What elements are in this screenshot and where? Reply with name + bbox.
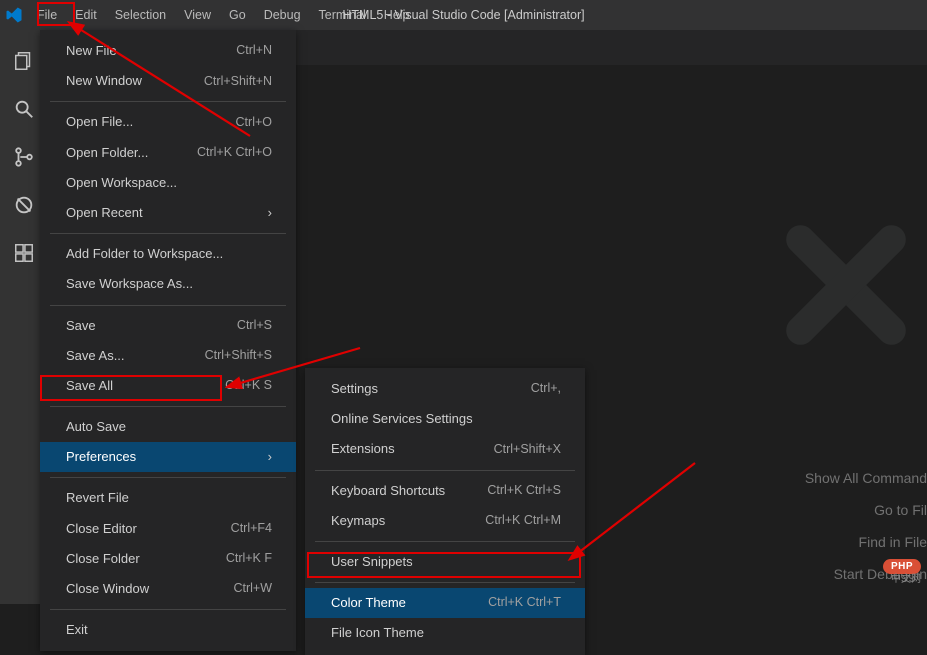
menu-separator xyxy=(50,305,286,306)
menu-separator xyxy=(50,233,286,234)
watermark: PHP 中文网 xyxy=(883,556,921,574)
mi-save-workspace[interactable]: Save Workspace As... xyxy=(40,269,296,299)
mi-open-folder[interactable]: Open Folder...Ctrl+K Ctrl+O xyxy=(40,138,296,168)
mi-file-icon-theme[interactable]: File Icon Theme xyxy=(305,618,585,648)
menu-help[interactable]: Help xyxy=(375,0,419,30)
mi-user-snippets[interactable]: User Snippets xyxy=(305,547,585,577)
mi-preferences[interactable]: Preferences› xyxy=(40,442,296,472)
close-x-icon xyxy=(781,220,911,355)
mi-save[interactable]: SaveCtrl+S xyxy=(40,311,296,341)
mi-extensions[interactable]: ExtensionsCtrl+Shift+X xyxy=(305,434,585,464)
menu-separator xyxy=(50,406,286,407)
mi-close-editor[interactable]: Close EditorCtrl+F4 xyxy=(40,514,296,544)
source-control-icon[interactable] xyxy=(11,144,37,170)
mi-save-all[interactable]: Save AllCtrl+K S xyxy=(40,371,296,401)
watermark-text: 中文网 xyxy=(891,570,921,585)
menu-separator xyxy=(50,609,286,610)
mi-new-file[interactable]: New FileCtrl+N xyxy=(40,36,296,66)
menu-separator xyxy=(50,477,286,478)
mi-open-recent[interactable]: Open Recent› xyxy=(40,198,296,228)
mi-settings[interactable]: SettingsCtrl+, xyxy=(305,374,585,404)
mi-add-folder[interactable]: Add Folder to Workspace... xyxy=(40,239,296,269)
hint-find: Find in File xyxy=(747,534,927,550)
preferences-submenu: SettingsCtrl+, Online Services Settings … xyxy=(305,368,585,655)
menu-bar: File Edit Selection View Go Debug Termin… xyxy=(28,0,419,30)
debugging-icon[interactable] xyxy=(11,192,37,218)
menu-selection[interactable]: Selection xyxy=(106,0,175,30)
menu-separator xyxy=(315,470,575,471)
title-bar: File Edit Selection View Go Debug Termin… xyxy=(0,0,927,30)
mi-open-file[interactable]: Open File...Ctrl+O xyxy=(40,107,296,137)
file-menu: New FileCtrl+N New WindowCtrl+Shift+N Op… xyxy=(40,30,296,651)
mi-close-window[interactable]: Close WindowCtrl+W xyxy=(40,574,296,604)
menu-edit[interactable]: Edit xyxy=(66,0,106,30)
menu-go[interactable]: Go xyxy=(220,0,255,30)
files-icon[interactable] xyxy=(11,48,37,74)
mi-auto-save[interactable]: Auto Save xyxy=(40,412,296,442)
mi-new-window[interactable]: New WindowCtrl+Shift+N xyxy=(40,66,296,96)
menu-separator xyxy=(315,541,575,542)
mi-online-services[interactable]: Online Services Settings xyxy=(305,404,585,434)
menu-file[interactable]: File xyxy=(28,0,66,30)
mi-keymaps[interactable]: KeymapsCtrl+K Ctrl+M xyxy=(305,506,585,536)
mi-save-as[interactable]: Save As...Ctrl+Shift+S xyxy=(40,341,296,371)
search-icon[interactable] xyxy=(11,96,37,122)
mi-exit[interactable]: Exit xyxy=(40,615,296,645)
menu-view[interactable]: View xyxy=(175,0,220,30)
vscode-logo-icon xyxy=(0,6,28,24)
chevron-right-icon: › xyxy=(268,448,272,466)
menu-debug[interactable]: Debug xyxy=(255,0,310,30)
menu-terminal[interactable]: Terminal xyxy=(310,0,375,30)
chevron-right-icon: › xyxy=(268,204,272,222)
mi-open-workspace[interactable]: Open Workspace... xyxy=(40,168,296,198)
extensions-icon[interactable] xyxy=(11,240,37,266)
mi-keyboard-shortcuts[interactable]: Keyboard ShortcutsCtrl+K Ctrl+S xyxy=(305,476,585,506)
mi-color-theme[interactable]: Color ThemeCtrl+K Ctrl+T xyxy=(305,588,585,618)
mi-close-folder[interactable]: Close FolderCtrl+K F xyxy=(40,544,296,574)
hint-goto: Go to Fil xyxy=(747,502,927,518)
menu-separator xyxy=(315,582,575,583)
menu-separator xyxy=(50,101,286,102)
mi-revert[interactable]: Revert File xyxy=(40,483,296,513)
hint-commands: Show All Command xyxy=(747,470,927,486)
